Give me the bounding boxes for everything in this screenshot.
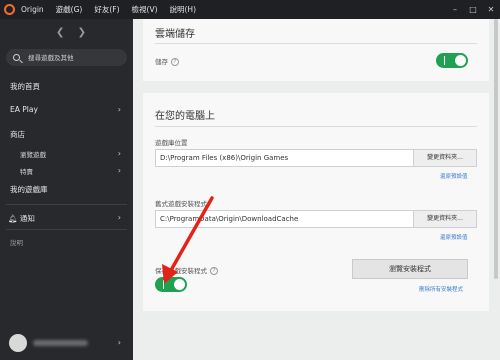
toggle-on-icon — [444, 56, 446, 65]
chevron-right-icon: › — [117, 149, 121, 158]
origin-logo-icon — [4, 4, 15, 15]
menu-origin[interactable]: Origin — [21, 5, 44, 14]
cloud-storage-title: 雲端儲存 — [155, 29, 195, 40]
annotation-arrow-icon — [162, 196, 214, 284]
sidebar-item-label: 瀏覽遊戲 — [20, 151, 46, 159]
sidebar-divider — [6, 229, 127, 230]
toggle-knob — [455, 55, 466, 66]
cloud-storage-card: 雲端儲存 儲存? — [143, 19, 489, 81]
maximize-button[interactable]: □ — [464, 0, 482, 19]
sidebar-item-home[interactable]: 我的首頁 — [0, 81, 133, 92]
library-path-value: D:\Program Files (x86)\Origin Games — [160, 154, 289, 162]
library-location-field: D:\Program Files (x86)\Origin Games 變更資料… — [155, 149, 477, 167]
library-location-label: 遊戲庫位置 — [155, 139, 188, 147]
avatar[interactable] — [9, 334, 27, 352]
scrollbar[interactable] — [494, 19, 498, 279]
minimize-button[interactable]: – — [446, 0, 464, 19]
sidebar-item-help[interactable]: 說明 — [0, 237, 133, 247]
sidebar-item-browse-games[interactable]: 瀏覽遊戲 › — [0, 149, 133, 159]
sidebar-item-label: 商店 — [10, 130, 25, 139]
chevron-right-icon: › — [117, 213, 121, 222]
bell-icon: 🔔︎ — [8, 214, 18, 223]
chevron-right-icon: › — [117, 166, 121, 175]
sidebar-item-deals[interactable]: 特賣 › — [0, 166, 133, 176]
browse-installers-button[interactable]: 瀏覽安裝程式 — [352, 259, 468, 279]
cloud-storage-toggle[interactable] — [436, 53, 468, 68]
sidebar-divider — [6, 204, 127, 205]
profile-footer[interactable]: › — [0, 324, 133, 360]
storage-label-row: 儲存? — [155, 56, 179, 66]
sidebar-item-label: 通知 — [19, 214, 35, 223]
restore-default-link[interactable]: 還原預設值 — [440, 172, 468, 180]
divider — [155, 126, 477, 127]
sidebar: ❮ ❯ 我的首頁 EA Play › 商店 瀏覽遊戲 › 特賣 › 我的遊戲庫 … — [0, 19, 133, 360]
restore-default-link[interactable]: 還原預設值 — [440, 233, 468, 241]
menu-bar: Origin 遊戲(G) 好友(F) 檢視(V) 說明(H) – □ ✕ — [0, 0, 500, 19]
storage-label: 儲存 — [155, 58, 168, 66]
close-button[interactable]: ✕ — [482, 0, 500, 19]
search-input[interactable] — [26, 52, 125, 63]
help-icon[interactable]: ? — [171, 58, 179, 66]
sidebar-item-notifications[interactable]: 🔔︎ 通知 › — [0, 213, 133, 224]
sidebar-item-label: 我的首頁 — [10, 82, 40, 91]
change-library-folder-button[interactable]: 變更資料夾... — [413, 150, 476, 166]
back-arrow-icon[interactable]: ❮ — [56, 27, 64, 38]
menu-view[interactable]: 檢視(V) — [132, 4, 158, 15]
menu-games[interactable]: 遊戲(G) — [56, 4, 83, 15]
window-controls: – □ ✕ — [446, 0, 500, 19]
sidebar-item-label: 我的遊戲庫 — [10, 185, 48, 194]
menu-help[interactable]: 說明(H) — [170, 4, 197, 15]
sidebar-item-label: 特賣 — [20, 168, 33, 176]
username-blurred — [33, 340, 88, 346]
delete-all-installers-link[interactable]: 刪除所有安裝程式 — [419, 285, 463, 293]
change-installer-folder-button[interactable]: 變更資料夾... — [413, 211, 476, 227]
sidebar-item-store[interactable]: 商店 — [0, 129, 133, 140]
sidebar-item-ea-play[interactable]: EA Play › — [0, 105, 133, 114]
forward-arrow-icon[interactable]: ❯ — [78, 27, 86, 38]
nav-arrows: ❮ ❯ — [56, 27, 96, 38]
sidebar-item-label: EA Play — [10, 105, 38, 114]
divider — [155, 43, 477, 44]
sidebar-item-library[interactable]: 我的遊戲庫 — [0, 184, 133, 195]
search-box — [6, 49, 127, 66]
sidebar-item-label: 說明 — [10, 239, 23, 247]
chevron-right-icon: › — [117, 105, 121, 114]
menu-friends[interactable]: 好友(F) — [94, 4, 119, 15]
chevron-right-icon: › — [117, 338, 121, 347]
search-icon — [13, 54, 20, 61]
on-computer-title: 在您的電腦上 — [155, 111, 215, 122]
